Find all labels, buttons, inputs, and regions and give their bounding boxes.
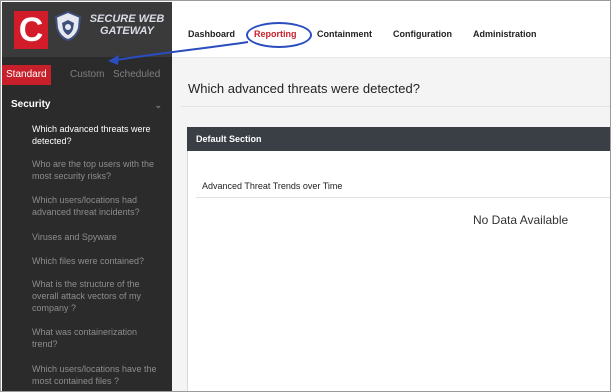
section-title: Default Section bbox=[196, 134, 262, 144]
sidebar-item-advanced-threats[interactable]: Which advanced threats were detected? bbox=[32, 123, 162, 147]
sidebar-item-top-users[interactable]: Who are the top users with the most secu… bbox=[32, 158, 162, 182]
tab-standard[interactable]: Standard bbox=[2, 65, 51, 85]
card-divider bbox=[196, 197, 610, 198]
sidebar: C SECURE WEB GATEWAY Standard Custom Sch… bbox=[2, 2, 172, 391]
sidebar-item-contained-files[interactable]: Which files were contained? bbox=[32, 255, 162, 267]
brand-name-line2: GATEWAY bbox=[100, 25, 154, 37]
tab-custom[interactable]: Custom bbox=[66, 65, 108, 85]
brand-logo: C bbox=[14, 11, 48, 49]
title-divider bbox=[181, 106, 610, 107]
tab-scheduled[interactable]: Scheduled bbox=[109, 65, 164, 85]
page-title: Which advanced threats were detected? bbox=[188, 81, 420, 96]
sidebar-item-attack-vectors[interactable]: What is the structure of the overall att… bbox=[32, 278, 162, 314]
section-header[interactable]: Default Section bbox=[187, 127, 610, 151]
shield-logo-icon bbox=[54, 10, 82, 42]
sidebar-item-containerization-trend[interactable]: What was containerization trend? bbox=[32, 326, 162, 350]
app-window: C SECURE WEB GATEWAY Standard Custom Sch… bbox=[0, 0, 611, 392]
chevron-down-icon: ⌄ bbox=[154, 100, 162, 110]
sidebar-section-label: Security bbox=[11, 99, 51, 110]
report-type-tabs: Standard Custom Scheduled bbox=[2, 65, 172, 87]
sidebar-item-viruses-spyware[interactable]: Viruses and Spyware bbox=[32, 231, 162, 243]
nav-dashboard[interactable]: Dashboard bbox=[188, 29, 235, 39]
logo-area: C SECURE WEB GATEWAY bbox=[2, 2, 172, 57]
brand-name: SECURE WEB GATEWAY bbox=[86, 13, 168, 37]
card-title: Advanced Threat Trends over Time bbox=[202, 181, 343, 191]
nav-administration[interactable]: Administration bbox=[473, 29, 537, 39]
empty-state-message: No Data Available bbox=[473, 213, 569, 227]
sidebar-item-threat-incidents[interactable]: Which users/locations had advanced threa… bbox=[32, 194, 162, 218]
nav-configuration[interactable]: Configuration bbox=[393, 29, 452, 39]
top-navigation bbox=[172, 2, 610, 58]
sidebar-section-security[interactable]: Security ⌄ bbox=[2, 95, 172, 115]
nav-containment[interactable]: Containment bbox=[317, 29, 372, 39]
sidebar-item-most-contained[interactable]: Which users/locations have the most cont… bbox=[32, 363, 162, 387]
reporting-highlight-oval bbox=[246, 22, 312, 48]
brand-name-line1: SECURE WEB bbox=[89, 13, 165, 25]
